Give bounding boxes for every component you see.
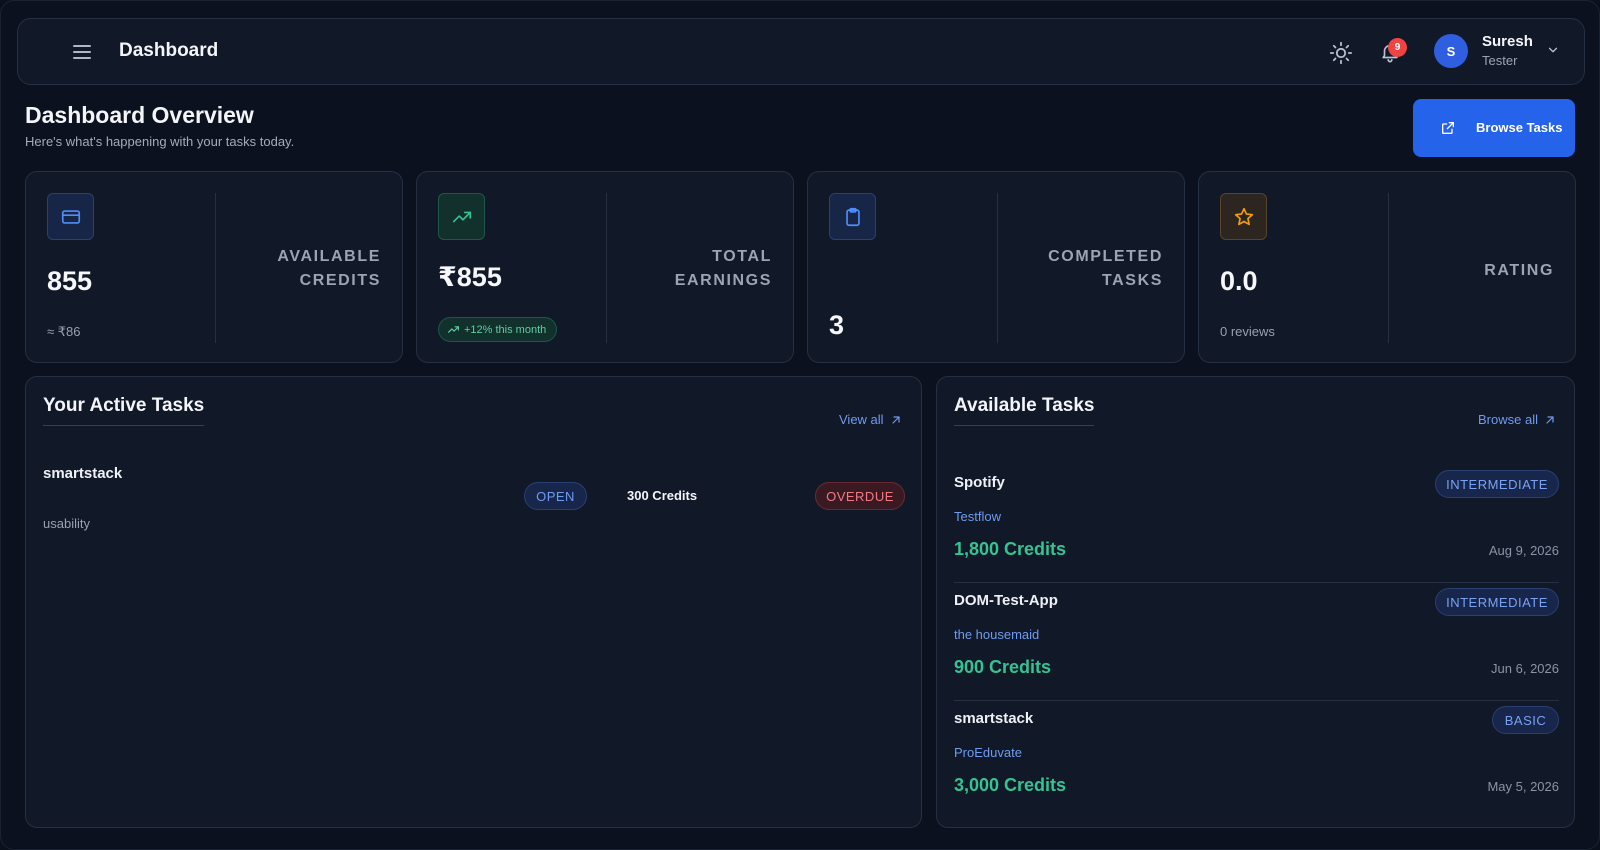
menu-toggle-button[interactable] (70, 42, 94, 64)
active-tasks-panel: Your Active Tasks View all smartstack us… (25, 376, 922, 828)
external-link-icon (1442, 122, 1454, 134)
status-badge: OPEN (524, 482, 587, 510)
available-task-item[interactable]: Spotify INTERMEDIATE Testflow 1,800 Cred… (954, 465, 1559, 583)
page-title: Dashboard Overview (25, 102, 254, 128)
stat-value: ₹855 (438, 262, 502, 292)
stat-card-total-earnings: ₹855 TOTAL EARNINGS +12% this month (416, 171, 794, 363)
task-name: smartstack (43, 465, 123, 482)
task-name: DOM-Test-App (954, 592, 1058, 609)
task-credits: 1,800 Credits (954, 539, 1067, 559)
top-navbar: Dashboard 9 S Suresh Tester (17, 18, 1585, 85)
available-tasks-panel: Available Tasks Browse all Spotify INTER… (936, 376, 1575, 828)
task-date: May 5, 2026 (1487, 779, 1559, 794)
sun-icon (1329, 41, 1353, 65)
page-subtitle: Here's what's happening with your tasks … (25, 134, 295, 149)
task-company: Testflow (954, 509, 1001, 524)
task-date: Aug 9, 2026 (1488, 543, 1559, 558)
stat-label: COMPLETED TASKS (1048, 248, 1163, 289)
credit-card-icon (61, 209, 80, 224)
available-tasks-title: Available Tasks (954, 395, 1095, 426)
stat-icon-box (1220, 193, 1267, 240)
task-name: smartstack (954, 710, 1034, 727)
level-badge: INTERMEDIATE (1435, 470, 1559, 498)
view-all-label: View all (839, 412, 884, 427)
task-company: ProEduvate (954, 745, 1022, 760)
star-icon (1234, 207, 1253, 225)
user-menu[interactable]: S Suresh Tester (1434, 33, 1564, 71)
trending-up-icon (448, 326, 459, 333)
task-credits: 3,000 Credits (954, 775, 1067, 795)
task-date: Jun 6, 2026 (1491, 661, 1559, 676)
arrow-up-right-icon (1546, 415, 1554, 424)
task-credits: 900 Credits (954, 657, 1052, 677)
topbar-title: Dashboard (119, 40, 219, 61)
growth-badge: +12% this month (438, 317, 558, 342)
browse-tasks-button[interactable]: Browse Tasks (1413, 99, 1575, 157)
level-badge: INTERMEDIATE (1435, 588, 1559, 616)
stat-value: 0.0 (1220, 266, 1258, 296)
stat-sub: 0 reviews (1220, 324, 1275, 339)
browse-tasks-label: Browse Tasks (1476, 120, 1563, 135)
stat-value: 855 (47, 266, 93, 296)
active-task-row[interactable]: smartstack usability OPEN 300 Credits OV… (43, 465, 905, 545)
browse-all-label: Browse all (1478, 412, 1538, 427)
stat-sub: ≈ ₹86 (47, 324, 81, 339)
stat-label: TOTAL EARNINGS (674, 248, 772, 289)
view-all-link[interactable]: View all (839, 412, 902, 427)
stat-value: 3 (829, 310, 845, 340)
app-window: Dashboard 9 S Suresh Tester Dashboard Ov… (0, 0, 1600, 850)
stat-icon-box (438, 193, 485, 240)
level-badge: BASIC (1492, 706, 1559, 734)
hamburger-icon (73, 45, 91, 47)
growth-badge-label: +12% this month (464, 323, 547, 336)
browse-all-link[interactable]: Browse all (1478, 412, 1556, 427)
task-name: Spotify (954, 474, 1005, 491)
stat-icon-box (47, 193, 94, 240)
stat-card-available-credits: 855 AVAILABLE CREDITS ≈ ₹86 (25, 171, 403, 363)
arrow-up-right-icon (891, 415, 900, 424)
chevron-down-icon (1548, 47, 1558, 53)
stat-label: AVAILABLE CREDITS (277, 248, 381, 289)
overdue-badge: OVERDUE (815, 482, 905, 510)
task-credits: 300 Credits (627, 488, 698, 503)
task-category: usability (43, 516, 90, 531)
task-company: the housemaid (954, 627, 1040, 642)
available-task-item[interactable]: DOM-Test-App INTERMEDIATE the housemaid … (954, 583, 1559, 701)
clipboard-icon (845, 207, 860, 226)
stat-card-rating: 0.0 RATING 0 reviews (1198, 171, 1576, 363)
user-name: Suresh (1482, 33, 1533, 50)
stat-label: RATING (1484, 262, 1554, 279)
avatar: S (1434, 34, 1468, 68)
stat-card-completed-tasks: 3 COMPLETED TASKS (807, 171, 1185, 363)
active-tasks-title: Your Active Tasks (43, 395, 205, 426)
available-task-item[interactable]: smartstack BASIC ProEduvate 3,000 Credit… (954, 701, 1559, 819)
theme-toggle-button[interactable] (1329, 41, 1353, 65)
trending-up-icon (452, 211, 471, 222)
stat-icon-box (829, 193, 876, 240)
notification-count-badge: 9 (1388, 38, 1407, 57)
user-role: Tester (1482, 53, 1518, 68)
